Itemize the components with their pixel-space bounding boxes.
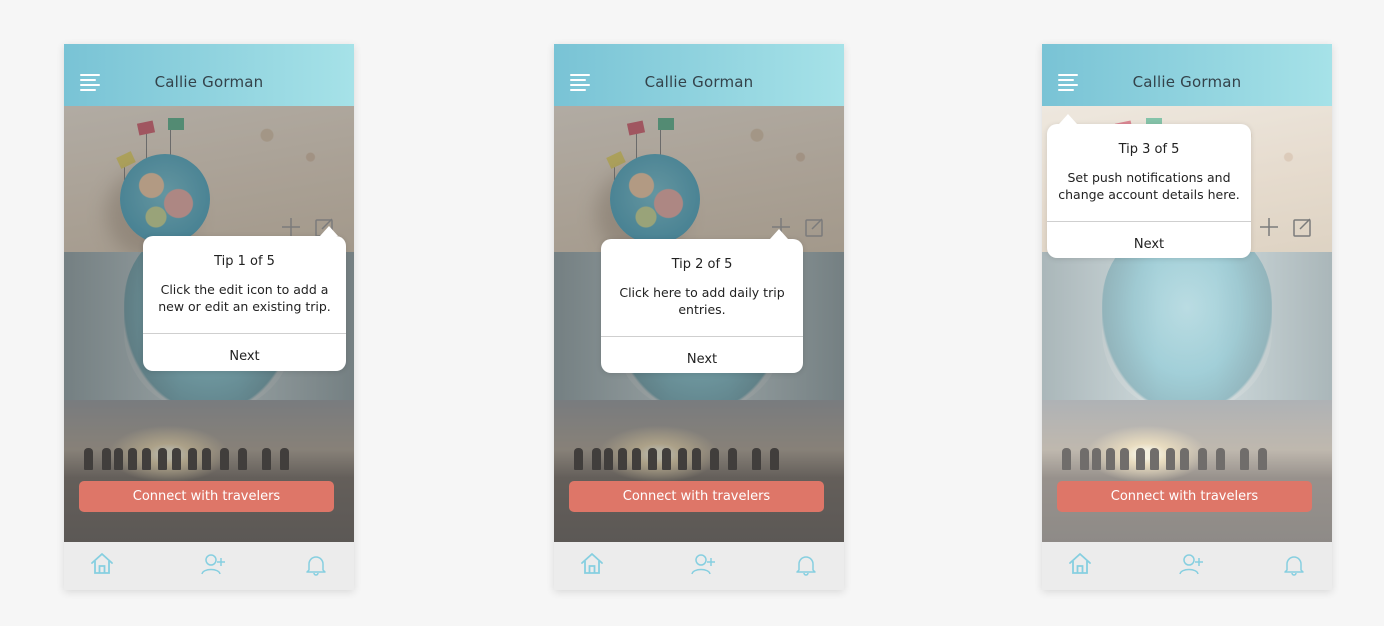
tooltip-pointer (320, 226, 338, 236)
tab-home[interactable] (578, 550, 606, 578)
tip-tooltip: Tip 2 of 5 Click here to add daily trip e… (601, 229, 803, 373)
tip-body: Set push notifications and change accoun… (1058, 170, 1240, 202)
next-button[interactable]: Next (1047, 237, 1251, 252)
add-person-icon (1177, 554, 1205, 582)
tip-title: Tip 1 of 5 (214, 254, 275, 269)
next-button[interactable]: Next (143, 349, 346, 364)
tab-home[interactable] (1066, 550, 1094, 578)
tooltip-pointer (1059, 114, 1077, 124)
add-person-icon (689, 554, 717, 582)
phone-screen-3: Callie Gorman Connect with travelers Tip … (1042, 44, 1332, 590)
edit-icon[interactable] (1292, 216, 1314, 238)
connect-with-travelers-button[interactable]: Connect with travelers (569, 481, 824, 512)
tab-add-person[interactable] (1177, 550, 1205, 578)
tab-add-person[interactable] (689, 550, 717, 578)
header-title: Callie Gorman (1132, 73, 1242, 91)
bell-icon (1280, 556, 1308, 582)
tab-bell[interactable] (792, 550, 820, 578)
header-title: Callie Gorman (644, 73, 754, 91)
next-button[interactable]: Next (601, 352, 803, 367)
tip-body: Click here to add daily trip entries. (619, 285, 785, 317)
phone-screen-2: Callie Gorman Connect with travelers Tip … (554, 44, 844, 590)
edit-icon[interactable] (804, 216, 826, 238)
tip-title: Tip 2 of 5 (671, 257, 733, 272)
bell-icon (302, 556, 330, 582)
tip-title: Tip 3 of 5 (1118, 142, 1180, 157)
tab-home[interactable] (88, 550, 116, 578)
bottom-tab-bar (1042, 542, 1332, 590)
plus-icon[interactable] (1258, 216, 1280, 238)
tab-bell[interactable] (1280, 550, 1308, 578)
app-header: Callie Gorman (554, 44, 844, 106)
phone-screen-1: Callie Gorman Connect with travelers Tip … (64, 44, 354, 590)
tip-divider (143, 333, 346, 334)
connect-with-travelers-button[interactable]: Connect with travelers (1057, 481, 1312, 512)
tooltip-pointer (770, 229, 788, 239)
app-header: Callie Gorman (64, 44, 354, 106)
tip-divider (1047, 221, 1251, 222)
home-icon (88, 553, 116, 582)
bottom-tab-bar (64, 542, 354, 590)
connect-with-travelers-button[interactable]: Connect with travelers (79, 481, 334, 512)
tip-divider (601, 336, 803, 337)
tip-tooltip: Tip 3 of 5 Set push notifications and cha… (1047, 114, 1251, 258)
plus-icon[interactable] (280, 216, 302, 238)
tab-add-person[interactable] (199, 550, 227, 578)
header-title: Callie Gorman (154, 73, 264, 91)
app-header: Callie Gorman (1042, 44, 1332, 106)
tab-bell[interactable] (302, 550, 330, 578)
bottom-tab-bar (554, 542, 844, 590)
home-icon (578, 553, 606, 582)
tip-body: Click the edit icon to add a new or edit… (158, 282, 331, 314)
bell-icon (792, 556, 820, 582)
tip-tooltip: Tip 1 of 5 Click the edit icon to add a n… (143, 226, 346, 371)
add-person-icon (199, 554, 227, 582)
home-icon (1066, 553, 1094, 582)
